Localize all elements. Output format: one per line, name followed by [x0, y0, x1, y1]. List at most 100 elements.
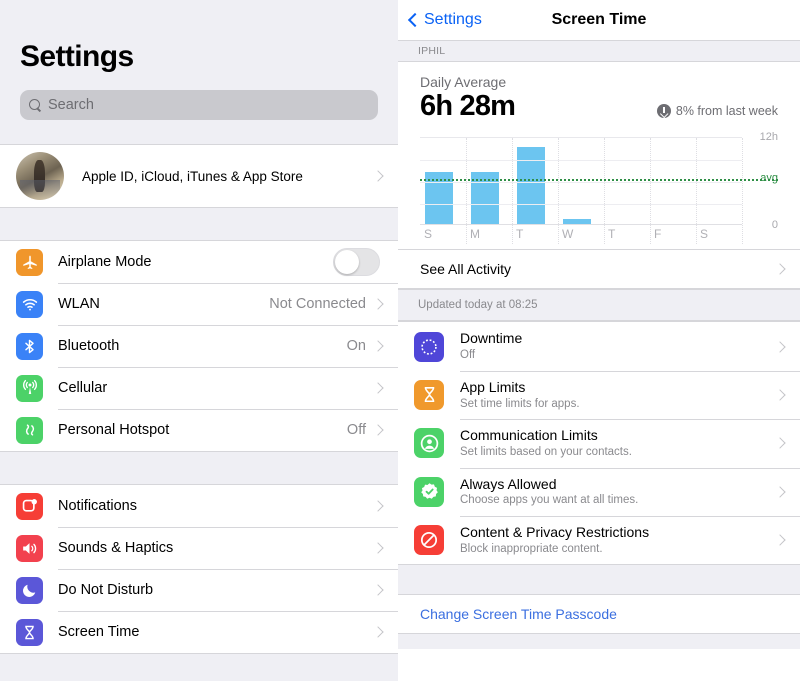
chevron-right-icon: [774, 389, 786, 401]
connectivity-group: Airplane Mode WLAN Not Connected Bluetoo…: [0, 240, 398, 452]
chart-bar-cell[interactable]: [420, 138, 466, 225]
updated-footer: Updated today at 08:25: [398, 289, 800, 322]
chevron-right-icon: [372, 500, 384, 512]
feature-row[interactable]: Downtime Off: [398, 322, 800, 371]
chart-average-label: avg: [760, 171, 778, 184]
chart-bar-cell[interactable]: [558, 138, 604, 225]
spacer: [0, 208, 398, 240]
spacer: [398, 633, 800, 650]
settings-sidebar: Settings Search Apple ID, iCloud, iTunes…: [0, 0, 398, 681]
search-icon: [29, 98, 42, 112]
wlan-status: Not Connected: [269, 296, 366, 312]
chevron-right-icon: [774, 486, 786, 498]
feature-subtitle: Set time limits for apps.: [460, 397, 580, 410]
chart-x-tick-label: T: [608, 227, 616, 242]
check-seal-icon: [414, 476, 444, 507]
spacer: [0, 120, 398, 144]
hotspot-status: Off: [346, 422, 366, 438]
chevron-right-icon: [774, 263, 786, 276]
feature-text: Content & Privacy Restrictions Block inap…: [460, 516, 776, 564]
feature-text: Always Allowed Choose apps you want at al…: [460, 468, 776, 516]
sidebar-item-label: Personal Hotspot: [58, 422, 170, 438]
chevron-right-icon: [372, 340, 384, 352]
chart-bar-cell[interactable]: [696, 138, 742, 224]
chart-gridline: [420, 204, 742, 206]
screen-time-detail: Settings Screen Time IPHIL Daily Average…: [398, 0, 800, 681]
chart-x-tick-label: M: [470, 227, 480, 242]
airplane-mode-toggle[interactable]: [333, 248, 380, 276]
chart-plot-area: [420, 137, 778, 245]
chart-bar-cell[interactable]: [512, 138, 558, 225]
toggle-knob: [335, 250, 359, 274]
sidebar-item-label: Cellular: [58, 380, 108, 396]
airplane-icon: [16, 248, 43, 276]
chevron-right-icon: [372, 382, 384, 394]
apple-id-label: Apple ID, iCloud, iTunes & App Store: [82, 168, 303, 184]
chart-gridline: [420, 182, 742, 184]
chart-y-tick-bottom: 0: [771, 219, 778, 232]
arrow-down-badge-icon: [656, 104, 671, 119]
sidebar-item-personal-hotspot[interactable]: Personal Hotspot Off: [0, 409, 398, 451]
search-input[interactable]: Search: [20, 90, 378, 120]
feature-text: Communication Limits Set limits based on …: [460, 419, 776, 467]
search-placeholder: Search: [48, 97, 94, 113]
sidebar-item-notifications[interactable]: Notifications: [0, 485, 398, 527]
chart-x-tick-label: T: [516, 227, 524, 242]
feature-row[interactable]: Always Allowed Choose apps you want at al…: [398, 467, 800, 516]
feature-title: Downtime: [460, 330, 523, 347]
feature-subtitle: Choose apps you want at all times.: [460, 494, 639, 507]
feature-text: App Limits Set time limits for apps.: [460, 371, 776, 419]
feature-row[interactable]: Communication Limits Set limits based on …: [398, 419, 800, 468]
chart-bar-cell[interactable]: [466, 138, 512, 225]
chevron-right-icon: [372, 424, 384, 436]
chevron-right-icon: [372, 542, 384, 554]
daily-average-value: 6h 28m: [420, 90, 516, 122]
change-passcode-row[interactable]: Change Screen Time Passcode: [398, 595, 800, 634]
back-button[interactable]: Settings: [398, 11, 482, 29]
chart-bar: [562, 219, 592, 225]
chart-average-line: [420, 178, 778, 181]
chart-bars: [420, 138, 742, 225]
feature-subtitle: Set limits based on your contacts.: [460, 446, 632, 459]
back-label: Settings: [424, 11, 482, 28]
feature-row[interactable]: Content & Privacy Restrictions Block inap…: [398, 515, 800, 565]
sidebar-item-label: Bluetooth: [58, 338, 120, 354]
sidebar-item-label: Notifications: [58, 498, 137, 514]
sidebar-item-apple-id[interactable]: Apple ID, iCloud, iTunes & App Store: [0, 145, 398, 207]
no-entry-icon: [414, 525, 444, 556]
hourglass-icon: [414, 379, 444, 410]
chevron-right-icon: [372, 298, 384, 310]
wifi-icon: [16, 290, 43, 318]
chevron-right-icon: [372, 626, 384, 638]
sidebar-item-sounds-haptics[interactable]: Sounds & Haptics: [0, 527, 398, 569]
change-passcode-label: Change Screen Time Passcode: [420, 606, 617, 623]
sidebar-item-airplane-mode[interactable]: Airplane Mode: [0, 241, 398, 283]
chart-bar-cell[interactable]: [604, 138, 650, 224]
daily-average-label: Daily Average: [420, 74, 507, 90]
chart-bar-cell[interactable]: [650, 138, 696, 224]
hourglass-icon: [16, 618, 43, 646]
avatar: [16, 152, 64, 200]
sidebar-item-label: Do Not Disturb: [58, 582, 154, 598]
sidebar-item-wlan[interactable]: WLAN Not Connected: [0, 283, 398, 325]
device-section-header: IPHIL: [398, 40, 800, 62]
chart-y-tick-top: 12h: [759, 131, 778, 144]
chevron-right-icon: [372, 584, 384, 596]
daily-average-line: 6h 28m 8% from last week: [420, 90, 778, 123]
bluetooth-status: On: [346, 338, 366, 354]
sidebar-item-do-not-disturb[interactable]: Do Not Disturb: [0, 569, 398, 611]
sidebar-item-screen-time[interactable]: Screen Time: [0, 611, 398, 653]
notifications-group: Notifications Sounds & Haptics Do Not Di…: [0, 484, 398, 654]
sidebar-item-bluetooth[interactable]: Bluetooth On: [0, 325, 398, 367]
hotspot-link-icon: [16, 416, 43, 444]
screen-time-settings-screen: Settings Search Apple ID, iCloud, iTunes…: [0, 0, 800, 681]
sidebar-item-cellular[interactable]: Cellular: [0, 367, 398, 409]
downtime-dial-icon: [414, 331, 444, 362]
see-all-activity-group: See All Activity: [398, 249, 800, 290]
see-all-activity-row[interactable]: See All Activity: [398, 250, 800, 289]
cellular-antenna-icon: [16, 374, 43, 402]
weekly-usage-chart[interactable]: 12h 0 avg S M T W T F S: [420, 131, 778, 245]
usage-summary-card[interactable]: Daily Average 6h 28m 8% from last week 1…: [398, 62, 800, 250]
feature-row[interactable]: App Limits Set time limits for apps.: [398, 370, 800, 420]
feature-title: App Limits: [460, 378, 526, 395]
